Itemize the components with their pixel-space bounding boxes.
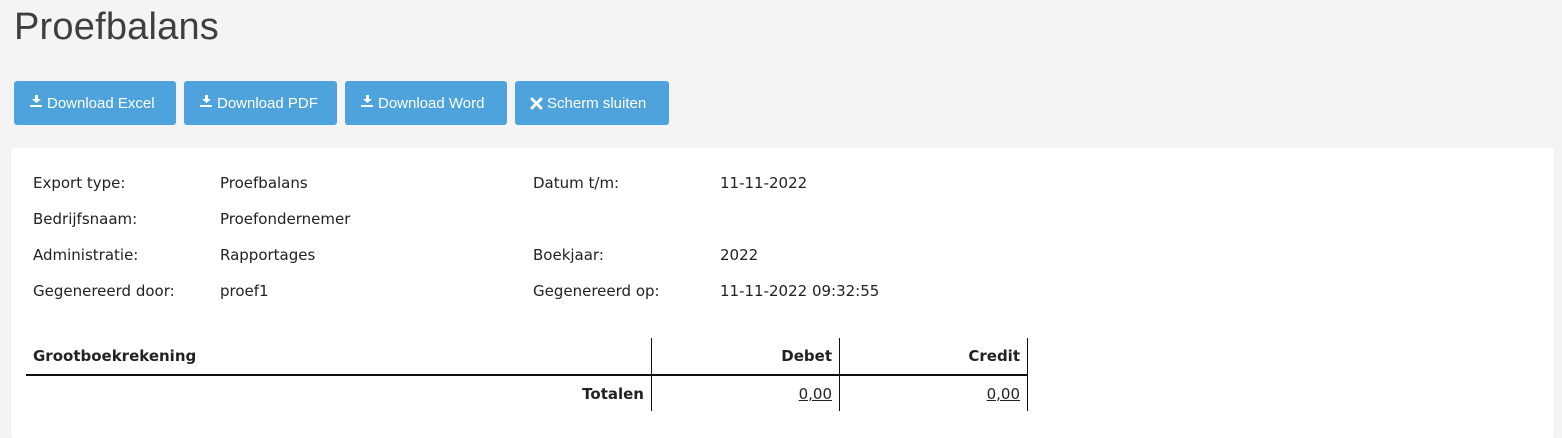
col-header-credit: Credit [839,338,1028,376]
datum-label: Datum t/m: [533,174,620,192]
col-header-debet: Debet [651,338,840,376]
bedrijfsnaam-label: Bedrijfsnaam: [33,210,138,228]
boekjaar-value: 2022 [720,246,759,264]
download-icon [199,94,213,108]
download-excel-button[interactable]: Download Excel [14,81,176,125]
boekjaar-label: Boekjaar: [533,246,604,264]
report-panel: Export type: Proefbalans Datum t/m: 11-1… [11,148,1554,438]
table-header-row: Grootboekrekening Debet Credit [26,338,1028,376]
meta-row: Gegenereerd door: proef1 Gegenereerd op:… [33,282,879,318]
download-icon [29,94,43,108]
totals-row: Totalen 0,00 0,00 [26,375,1028,411]
administratie-value: Rapportages [220,246,316,264]
download-icon [360,94,374,108]
gegenereerd-op-value: 11-11-2022 09:32:55 [720,282,880,300]
close-screen-label: Scherm sluiten [547,94,647,112]
close-screen-button[interactable]: Scherm sluiten [515,81,669,125]
totals-credit-cell: 0,00 [839,375,1028,411]
trial-balance-table: Grootboekrekening Debet Credit Totalen 0… [26,338,1028,411]
datum-value: 11-11-2022 [720,174,808,192]
export-type-label: Export type: [33,174,126,192]
download-excel-label: Download Excel [47,94,155,112]
download-pdf-label: Download PDF [217,94,318,112]
close-x-icon [530,97,543,110]
col-header-account: Grootboekrekening [26,338,652,376]
report-meta: Export type: Proefbalans Datum t/m: 11-1… [33,174,879,318]
download-pdf-button[interactable]: Download PDF [184,81,337,125]
download-word-button[interactable]: Download Word [345,81,507,125]
gegenereerd-door-value: proef1 [220,282,269,300]
meta-row: Export type: Proefbalans Datum t/m: 11-1… [33,174,879,210]
totals-debet-link[interactable]: 0,00 [799,385,832,403]
administratie-label: Administratie: [33,246,139,264]
totals-credit-link[interactable]: 0,00 [987,385,1020,403]
page-title: Proefbalans [14,6,220,48]
toolbar: Download Excel Download PDF Download Wor… [14,81,669,125]
gegenereerd-door-label: Gegenereerd door: [33,282,175,300]
bedrijfsnaam-value: Proefondernemer [220,210,351,228]
totals-debet-cell: 0,00 [651,375,840,411]
gegenereerd-op-label: Gegenereerd op: [533,282,660,300]
meta-row: Administratie: Rapportages Boekjaar: 202… [33,246,879,282]
meta-row: Bedrijfsnaam: Proefondernemer [33,210,879,246]
export-type-value: Proefbalans [220,174,308,192]
totals-label: Totalen [582,384,644,403]
download-word-label: Download Word [378,94,485,112]
